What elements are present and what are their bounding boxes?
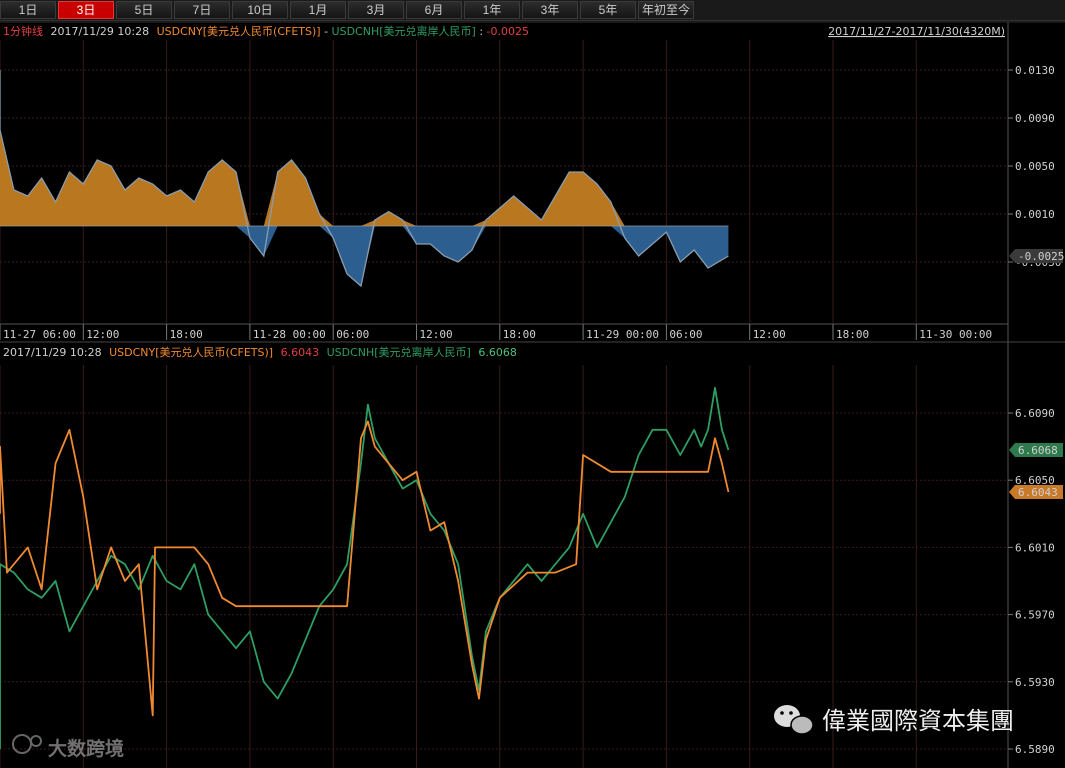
spread-tag-text: -0.0025	[1018, 250, 1064, 263]
price-datetime: 2017/11/29 10:28	[3, 346, 102, 359]
x-tick-label: 11-28 00:00	[253, 328, 326, 341]
spread-series-a: USDCNY[美元兑人民币(CFETS)]	[157, 24, 321, 38]
spread-panel	[0, 22, 1008, 324]
price-y-tick-label: 6.5890	[1015, 743, 1055, 756]
x-tick-label: 11-30 00:00	[919, 328, 992, 341]
x-tick-label: 18:00	[836, 328, 869, 341]
price-y-tick-label: 6.5970	[1015, 609, 1055, 622]
spread-y-tick-label: 0.0010	[1015, 208, 1055, 221]
spread-separator: -	[324, 25, 331, 38]
watermark-left-text: 大数跨境	[48, 737, 124, 760]
price-value-b: 6.6068	[478, 346, 517, 359]
price-value-a: 6.6043	[281, 346, 320, 359]
cnh-tag-text: 6.6068	[1018, 444, 1058, 457]
date-range-link[interactable]: 2017/11/27-2017/11/30(4320M)	[828, 25, 1005, 38]
x-tick-label: 12:00	[753, 328, 786, 341]
price-y-tick-label: 6.5930	[1015, 676, 1055, 689]
price-header: 2017/11/29 10:28 USDCNY[美元兑人民币(CFETS)] 6…	[3, 345, 517, 359]
x-tick-label: 12:00	[86, 328, 119, 341]
price-series-b: USDCNH[美元兑离岸人民币]	[327, 345, 471, 359]
price-series-a: USDCNY[美元兑人民币(CFETS)]	[109, 345, 273, 359]
cnh-current-tag: 6.6068	[1009, 443, 1063, 457]
spread-value-sep: :	[479, 25, 486, 38]
spread-current-tag: -0.0025	[1009, 249, 1064, 263]
spread-y-tick-label: 0.0130	[1015, 64, 1055, 77]
interval-label: 1分钟线	[3, 24, 43, 38]
cny-current-tag: 6.6043	[1009, 485, 1063, 499]
time-x-ticks: 11-27 06:00 12:00 18:00 11-28 00:00 06:00 12:…	[0, 324, 992, 341]
spread-y-tick-label: 0.0090	[1015, 112, 1055, 125]
cny-tag-text: 6.6043	[1018, 486, 1058, 499]
spread-y-ticks: 0.01300.00900.00500.0010-0.0030	[1008, 64, 1061, 269]
price-y-ticks: 6.60906.60506.60106.59706.59306.5890	[1008, 407, 1055, 756]
spread-y-tick-label: 0.0050	[1015, 160, 1055, 173]
x-tick-label: 12:00	[420, 328, 453, 341]
x-tick-label: 06:00	[669, 328, 702, 341]
spread-series-b: USDCNH[美元兑离岸人民币]	[332, 24, 476, 38]
spread-header: 1分钟线 2017/11/29 10:28 USDCNY[美元兑人民币(CFET…	[3, 24, 529, 38]
spread-value: -0.0025	[487, 25, 529, 38]
x-tick-label: 11-29 00:00	[586, 328, 659, 341]
x-tick-label: 18:00	[170, 328, 203, 341]
x-tick-label: 18:00	[503, 328, 536, 341]
price-y-tick-label: 6.6090	[1015, 407, 1055, 420]
watermark-right-text: 偉業國際資本集團	[822, 707, 1014, 735]
chart-area: 0.01300.00900.00500.0010-0.0030 6.60906.…	[0, 21, 1065, 768]
x-tick-label: 11-27 06:00	[3, 328, 76, 341]
spread-datetime: 2017/11/29 10:28	[51, 25, 150, 38]
x-tick-label: 06:00	[336, 328, 369, 341]
price-y-tick-label: 6.6010	[1015, 541, 1055, 554]
